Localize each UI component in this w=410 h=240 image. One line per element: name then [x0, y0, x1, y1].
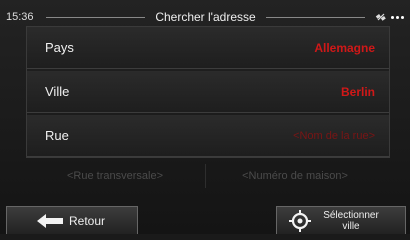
status-bar: 15:36 Chercher l'adresse	[6, 6, 404, 28]
divider-line-right	[265, 16, 365, 18]
country-label: Pays	[45, 40, 74, 55]
address-fields-panel: Pays Allemagne Ville Berlin Rue <Nom de …	[26, 26, 390, 158]
street-placeholder: <Nom de la rue>	[293, 129, 375, 142]
street-label: Rue	[45, 128, 69, 143]
city-label: Ville	[45, 84, 70, 99]
options-divider	[205, 164, 206, 188]
back-button[interactable]: Retour	[6, 206, 138, 234]
divider-line-left	[46, 16, 146, 18]
house-number-option: <Numéro de maison>	[242, 170, 348, 182]
row-country[interactable]: Pays Allemagne	[27, 27, 389, 69]
navigation-screen: 15:36 Chercher l'adresse Pays Allemagne …	[0, 0, 410, 234]
select-city-label: Sélectionner ville	[323, 209, 379, 232]
cross-street-option: <Rue transversale>	[67, 170, 163, 182]
page-title: Chercher l'adresse	[155, 10, 256, 24]
row-street[interactable]: Rue <Nom de la rue>	[27, 115, 389, 157]
country-value: Allemagne	[314, 40, 375, 55]
row-city[interactable]: Ville Berlin	[27, 71, 389, 113]
crosshair-target-icon	[289, 209, 311, 232]
arrow-left-icon	[37, 213, 63, 228]
select-city-button[interactable]: Sélectionner ville	[276, 206, 406, 234]
back-button-label: Retour	[69, 213, 106, 228]
city-value: Berlin	[340, 84, 375, 99]
status-icons	[375, 11, 404, 23]
clock-time: 15:36	[6, 11, 34, 23]
signal-dots-icon	[391, 15, 404, 19]
satellite-icon	[375, 11, 387, 23]
